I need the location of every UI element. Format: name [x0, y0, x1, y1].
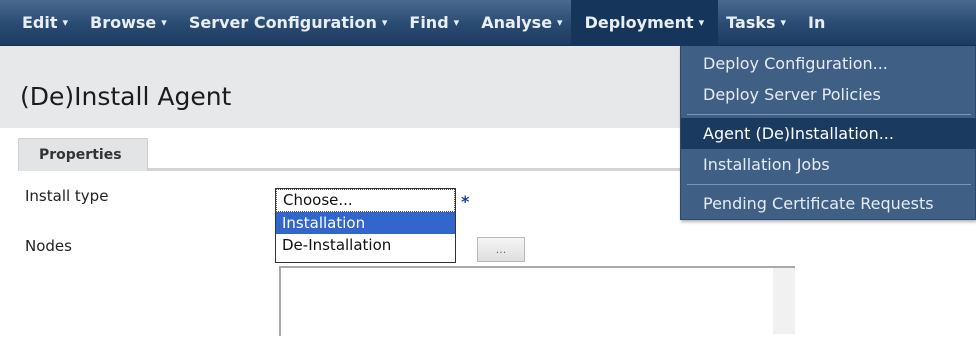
chevron-down-icon: ▾ [698, 16, 705, 29]
tab-properties[interactable]: Properties [18, 138, 148, 171]
menu-analyse[interactable]: Analyse ▾ [481, 0, 562, 46]
menu-server-configuration[interactable]: Server Configuration ▾ [189, 0, 388, 46]
menu-separator [687, 114, 971, 115]
menu-edit[interactable]: Edit ▾ [22, 0, 68, 46]
nodes-label: Nodes [25, 237, 72, 255]
menu-in[interactable]: In [808, 0, 825, 46]
menu-item-pending-certificate-requests[interactable]: Pending Certificate Requests [681, 188, 976, 219]
install-type-option-installation[interactable]: Installation [276, 212, 455, 234]
menu-item-deploy-server-policies[interactable]: Deploy Server Policies [681, 79, 976, 110]
menu-deployment-label: Deployment [584, 13, 694, 32]
menu-item-agent-deinstallation[interactable]: Agent (De)Installation... [681, 118, 976, 149]
menu-separator [687, 184, 971, 185]
menu-tasks-label: Tasks [726, 13, 776, 32]
chevron-down-icon: ▾ [557, 16, 563, 29]
chevron-down-icon: ▾ [381, 16, 388, 29]
chevron-down-icon: ▾ [62, 16, 69, 29]
chevron-down-icon: ▾ [780, 16, 787, 29]
menu-find[interactable]: Find ▾ [409, 0, 459, 46]
chevron-down-icon: ▾ [161, 16, 167, 29]
nodes-browse-button[interactable]: ... [477, 237, 525, 262]
menu-browse[interactable]: Browse ▾ [90, 0, 167, 46]
install-type-select[interactable]: Choose... Installation De-Installation [275, 188, 456, 263]
menu-deployment[interactable]: Deployment ▾ [570, 0, 719, 46]
menu-find-label: Find [409, 13, 449, 32]
menu-browse-label: Browse [90, 13, 157, 32]
menu-item-deploy-configuration[interactable]: Deploy Configuration... [681, 48, 976, 79]
nodes-field-scrollbar[interactable] [773, 268, 795, 334]
page-title: (De)Install Agent [20, 82, 232, 111]
main-menubar: Edit ▾ Browse ▾ Server Configuration ▾ Find… [0, 0, 976, 46]
menu-server-configuration-label: Server Configuration [188, 13, 377, 32]
deployment-dropdown-menu: Deploy Configuration... Deploy Server Po… [680, 46, 976, 220]
install-type-option-choose[interactable]: Choose... [276, 189, 455, 212]
menu-analyse-label: Analyse [481, 13, 553, 32]
required-marker: * [461, 192, 470, 211]
chevron-down-icon: ▾ [453, 16, 460, 29]
menu-tasks[interactable]: Tasks ▾ [726, 0, 786, 46]
install-type-option-deinstallation[interactable]: De-Installation [276, 234, 455, 256]
menu-item-installation-jobs[interactable]: Installation Jobs [681, 149, 976, 180]
nodes-field[interactable] [279, 266, 795, 336]
menu-in-label: In [808, 13, 826, 32]
menu-edit-label: Edit [22, 13, 58, 32]
install-type-label: Install type [25, 187, 109, 205]
